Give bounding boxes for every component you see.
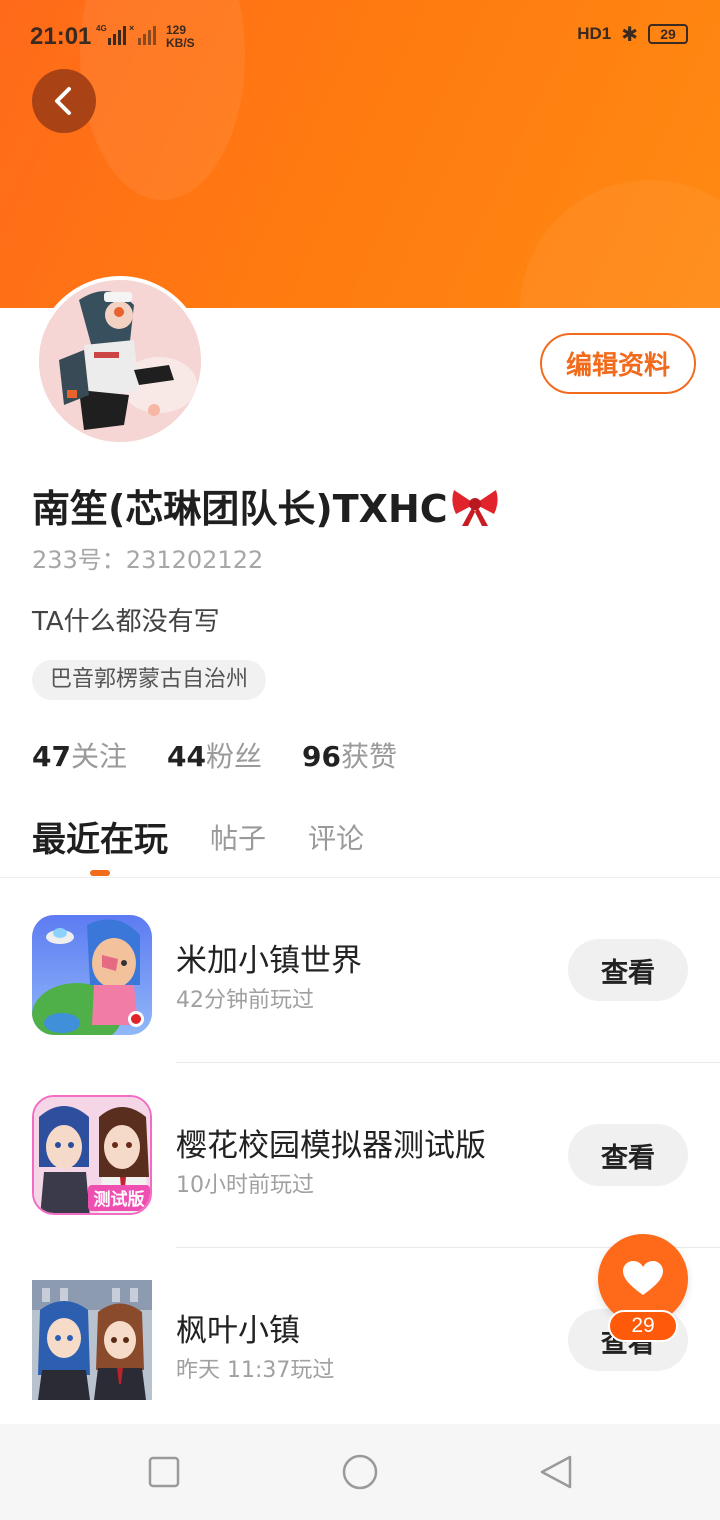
game-last-played: 10小时前玩过 <box>176 1173 314 1198</box>
recent-apps-button[interactable] <box>146 1454 182 1490</box>
heart-icon <box>623 1261 663 1295</box>
game-last-played: 42分钟前玩过 <box>176 988 314 1013</box>
view-button[interactable]: 查看 <box>568 939 688 1001</box>
game-name: 樱花校园模拟器测试版 <box>176 1128 486 1164</box>
svg-text:测试版: 测试版 <box>94 1189 145 1210</box>
location-tag: 巴音郭楞蒙古自治州 <box>32 660 267 700</box>
back-button[interactable] <box>32 69 96 133</box>
avatar[interactable] <box>35 276 205 446</box>
stat-following[interactable]: 47关注 <box>32 735 127 775</box>
game-row[interactable]: 测试版 樱花校园模拟器测试版 10小时前玩过 查看 <box>0 1063 720 1248</box>
tab-posts[interactable]: 帖子 <box>210 817 266 857</box>
hd-icon: HD1 <box>577 24 612 43</box>
profile-stats: 47关注 44粉丝 96获赞 <box>32 735 397 775</box>
favorite-count: 29 <box>608 1310 678 1342</box>
game-name: 枫叶小镇 <box>176 1313 300 1349</box>
svg-text:4G: 4G <box>96 24 107 33</box>
status-bar: 21:01 4G × 129 KB/S HD1 ✱ 29 <box>0 0 720 72</box>
network-speed: 129 KB/S <box>166 23 195 50</box>
tab-comments[interactable]: 评论 <box>308 817 364 857</box>
back-nav-button[interactable] <box>538 1454 574 1490</box>
game-name: 米加小镇世界 <box>176 943 362 979</box>
stat-followers[interactable]: 44粉丝 <box>167 735 262 775</box>
profile-tabs: 最近在玩 帖子 评论 <box>32 812 364 861</box>
sakura-school-icon: 测试版 <box>32 1095 152 1215</box>
home-button[interactable] <box>342 1454 378 1490</box>
svg-text:×: × <box>129 23 134 33</box>
edit-profile-button[interactable]: 编辑资料 <box>540 333 696 394</box>
profile-bio: TA什么都没有写 <box>32 607 220 637</box>
bluetooth-icon: ✱ <box>621 22 638 46</box>
signal-icon: 4G × <box>96 22 156 48</box>
tab-recently-played[interactable]: 最近在玩 <box>32 812 168 861</box>
view-button[interactable]: 查看 <box>568 1124 688 1186</box>
toca-world-icon <box>32 915 152 1035</box>
game-last-played: 昨天 11:37玩过 <box>176 1358 335 1383</box>
profile-nickname: 南笙(芯琳团队长)TXHC <box>32 478 500 533</box>
system-nav-bar <box>0 1424 720 1520</box>
stat-likes[interactable]: 96获赞 <box>302 735 397 775</box>
bow-emoji-icon <box>452 489 498 526</box>
maple-town-icon <box>32 1280 152 1400</box>
status-time: 21:01 <box>30 23 92 50</box>
battery-icon: 29 <box>648 24 688 44</box>
profile-uid: 233号：231202122 <box>32 546 264 574</box>
profile-page: 21:01 4G × 129 KB/S HD1 ✱ 29 编辑资料 南笙(芯琳团… <box>0 0 720 1520</box>
tab-indicator <box>90 870 110 876</box>
chevron-left-icon <box>55 87 71 115</box>
game-row[interactable]: 米加小镇世界 42分钟前玩过 查看 <box>0 878 720 1063</box>
